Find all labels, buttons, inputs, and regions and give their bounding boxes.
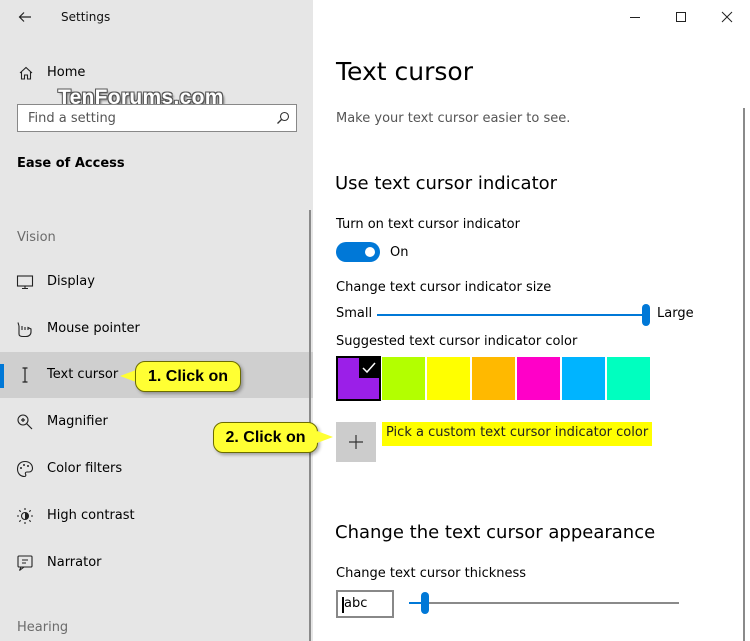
add-custom-color-button[interactable] [336, 422, 376, 462]
thickness-label: Change text cursor thickness [336, 566, 527, 581]
magnifier-icon [17, 414, 33, 430]
color-swatch[interactable] [426, 356, 471, 401]
cursor-caret [342, 597, 344, 613]
main-scrollbar[interactable] [743, 108, 745, 641]
toggle-state: On [390, 245, 409, 260]
page-title: Text cursor [336, 57, 473, 86]
sidebar-item-label: Narrator [47, 555, 102, 570]
sidebar-item-display[interactable]: Display [0, 259, 313, 305]
color-swatch-selected[interactable] [336, 356, 381, 401]
thickness-slider-track[interactable] [409, 602, 679, 604]
text-cursor-icon [22, 367, 28, 383]
back-arrow-icon [18, 12, 31, 22]
search-input[interactable] [18, 105, 268, 131]
size-slider-track[interactable] [377, 314, 649, 316]
callout-step-1: 1. Click on [135, 361, 241, 392]
group-label-hearing: Hearing [17, 620, 69, 635]
sidebar-item-label: Display [47, 274, 95, 289]
close-icon [721, 11, 733, 23]
appearance-heading: Change the text cursor appearance [335, 522, 656, 543]
page-description: Make your text cursor easier to see. [336, 111, 571, 126]
home-label: Home [47, 65, 86, 80]
sidebar-item-home[interactable]: Home [0, 58, 313, 86]
sidebar-item-mouse-pointer[interactable]: Mouse pointer [0, 306, 313, 352]
callout-step-2: 2. Click on [213, 422, 318, 453]
checkmark-icon [359, 358, 379, 378]
sidebar-item-label: Text cursor [47, 367, 119, 382]
thickness-slider-thumb[interactable] [421, 592, 429, 614]
sidebar-item-label: Color filters [47, 461, 123, 476]
sidebar-item-narrator[interactable]: Narrator [0, 540, 313, 586]
sidebar-item-label: Magnifier [47, 414, 108, 429]
search-box[interactable] [17, 104, 297, 132]
callout-arrow [120, 370, 136, 382]
back-button[interactable] [12, 7, 38, 27]
size-max-label: Large [657, 306, 694, 321]
home-icon [19, 66, 33, 80]
main-content: Text cursor Make your text cursor easier… [313, 0, 750, 641]
indicator-toggle[interactable] [336, 242, 380, 262]
close-button[interactable] [704, 0, 750, 34]
sidebar: Settings Home TenForums.com Ease of Acce… [0, 0, 313, 641]
preview-text: abc [344, 596, 368, 611]
title-bar: Settings [0, 0, 313, 34]
minimize-icon [630, 17, 640, 18]
maximize-button[interactable] [658, 0, 704, 34]
sidebar-item-label: High contrast [47, 508, 135, 523]
sidebar-item-label: Mouse pointer [47, 321, 140, 336]
color-swatch[interactable] [381, 356, 426, 401]
color-swatch[interactable] [471, 356, 516, 401]
size-label: Change text cursor indicator size [336, 280, 552, 295]
color-swatch[interactable] [561, 356, 606, 401]
maximize-icon [676, 12, 686, 22]
minimize-button[interactable] [612, 0, 658, 34]
narrator-icon [17, 555, 33, 571]
toggle-knob [365, 247, 375, 257]
mouse-pointer-icon [17, 322, 32, 338]
indicator-heading: Use text cursor indicator [335, 173, 558, 194]
color-swatch[interactable] [516, 356, 561, 401]
search-icon[interactable] [276, 111, 290, 125]
color-swatches [336, 356, 651, 401]
color-swatch[interactable] [606, 356, 651, 401]
custom-color-link[interactable]: Pick a custom text cursor indicator colo… [382, 422, 653, 446]
size-slider-thumb[interactable] [642, 304, 650, 326]
window-controls [612, 0, 750, 34]
section-heading: Ease of Access [17, 156, 125, 171]
display-icon [16, 275, 34, 290]
group-label-vision: Vision [17, 230, 56, 245]
plus-icon [349, 435, 363, 449]
cursor-preview-box: abc [336, 590, 394, 618]
app-title: Settings [61, 10, 111, 24]
size-min-label: Small [336, 306, 373, 321]
sidebar-item-high-contrast[interactable]: High contrast [0, 493, 313, 539]
toggle-label: Turn on text cursor indicator [336, 217, 520, 232]
callout-arrow [317, 431, 333, 443]
high-contrast-icon [17, 508, 33, 524]
color-label: Suggested text cursor indicator color [336, 334, 578, 349]
color-filters-icon [16, 460, 34, 478]
